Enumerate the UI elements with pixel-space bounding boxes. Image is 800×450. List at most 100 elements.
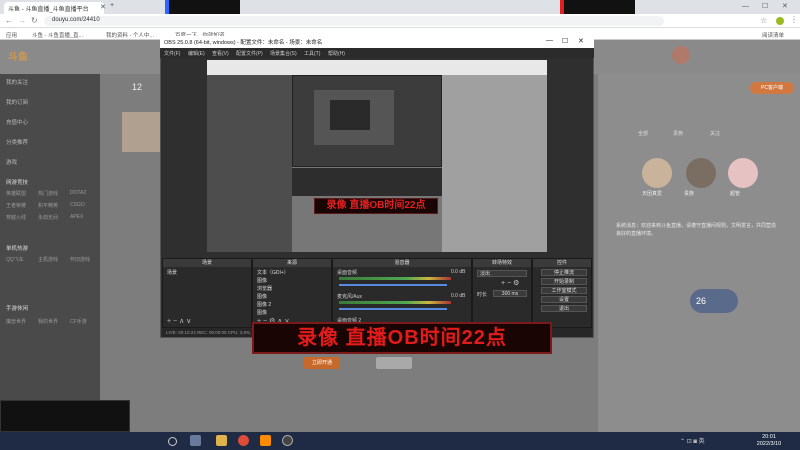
sidebar-game-link[interactable]: 王者荣耀 [6,202,26,209]
obs-icon[interactable] [282,435,293,446]
tab-noble[interactable]: 贵族 [673,130,683,137]
fan-avatar[interactable] [686,158,716,188]
sidebar-game-link[interactable]: 怀旧游戏 [70,256,90,263]
transition-select[interactable]: 淡出 [477,270,527,277]
bookmark-profile[interactable]: 我的资料 - 个人中... [106,31,154,39]
maximize-icon[interactable]: ☐ [762,2,768,10]
profile-avatar[interactable] [776,17,784,25]
scene-item[interactable]: 场景 [167,269,177,276]
volume-slider[interactable] [339,284,447,286]
fan-avatar[interactable] [642,158,672,188]
sidebar-game-link[interactable]: APEX [70,214,83,220]
reading-list[interactable]: 阅读清单 [762,31,784,39]
url-text: douyu.com/24410 [52,17,100,23]
mixer-db: 0.0 dB [451,269,466,275]
app-icon[interactable] [260,435,271,446]
controls-panel: 控件 停止推流 开始录制 工作室模式 设置 退出 [532,258,592,328]
menu-file[interactable]: 文件(F) [164,50,180,57]
stop-streaming-button[interactable]: 停止推流 [541,269,587,276]
minimize-icon[interactable]: — [742,3,749,10]
close-window-icon[interactable]: ✕ [782,2,788,10]
sidebar-item-follow[interactable]: 我的关注 [6,78,28,86]
bookmark-douyu[interactable]: 斗鱼 - 斗鱼直播_直... [32,31,83,39]
new-tab-icon[interactable]: + [110,2,114,9]
sidebar-game-link[interactable]: QQ飞车 [6,256,24,263]
tab-douyu[interactable]: 斗鱼 - 斗鱼直播_斗鱼直播平台 [4,2,104,14]
add-icon[interactable]: + − ∧ ∨ [167,317,191,325]
sidebar-game-link[interactable]: DOTA2 [70,190,86,196]
sidebar-game-link[interactable]: CF手游 [70,318,87,325]
menu-edit[interactable]: 编辑(E) [188,50,205,57]
secondary-button[interactable] [376,357,412,369]
preview-sidebar [207,75,292,252]
counter: 12 [132,82,143,92]
file-explorer-icon[interactable] [216,435,227,446]
duration-input[interactable]: 300 ms [493,290,527,297]
tab-all[interactable]: 全部 [638,130,648,137]
sidebar-item-recharge[interactable]: 充值中心 [6,118,28,126]
forward-icon[interactable]: → [18,16,26,25]
sidebar-game-link[interactable]: 我的世界 [38,318,58,325]
source-item[interactable]: 图像 [257,277,267,284]
minimize-icon[interactable]: — [546,37,553,44]
tab-follow[interactable]: 关注 [710,130,720,137]
sidebar-item-subscribe[interactable]: 我的订阅 [6,98,28,106]
menu-icon[interactable]: ⋮ [790,15,798,24]
webcam-preview [0,400,130,432]
mixer-panel: 混音器 桌面音频 0.0 dB 麦克风/Aux 0.0 dB 桌面音频 2 [332,258,472,328]
source-item[interactable]: 文本（GDI+） [257,269,289,276]
sidebar-game-link[interactable]: 主机游戏 [38,256,58,263]
fan-avatar[interactable] [728,158,758,188]
sidebar-game-link[interactable]: 英雄联盟 [6,190,26,197]
settings-button[interactable]: 设置 [541,296,587,303]
menu-profile[interactable]: 配置文件(P) [236,50,263,57]
fan-label: 天团真爱 [642,191,663,197]
chat-message: 系统消息：欢迎来到斗鱼直播，请遵守直播间规则，文明发言，共同营造良好的直播环境。 [616,223,777,237]
start-recording-button[interactable]: 开始录制 [541,278,587,285]
exit-button[interactable]: 退出 [541,305,587,312]
douyu-logo[interactable]: 斗鱼 [8,48,28,63]
menu-tools[interactable]: 工具(T) [304,50,320,57]
sidebar-item-game[interactable]: 游戏 [6,158,17,166]
menu-help[interactable]: 帮助(H) [328,50,345,57]
menu-scene-collection[interactable]: 场景集合(S) [270,50,297,57]
studio-mode-button[interactable]: 工作室模式 [541,287,587,294]
sidebar-game-link[interactable]: 穿越火线 [6,214,26,221]
source-item[interactable]: 图像 [257,309,267,316]
sidebar-game-link[interactable]: 永劫无间 [38,214,58,221]
browser-tab-bar: 斗鱼 - 斗鱼直播_斗鱼直播平台 ✕ + — ☐ ✕ [0,0,800,14]
system-tray[interactable]: ⌃ ⊡ ◙ 英 [680,436,736,446]
sidebar-section-header: 单机热游 [6,246,29,252]
source-item[interactable]: 浏览器 [257,285,272,292]
maximize-icon[interactable]: ☐ [562,37,568,45]
volume-slider[interactable] [339,308,447,310]
sidebar-game-link[interactable]: 魔兽世界 [6,318,26,325]
taskbar-clock[interactable]: 20:01 2022/3/10 [740,434,798,450]
close-tab-icon[interactable]: ✕ [100,3,106,11]
source-item[interactable]: 图像 2 [257,301,271,308]
user-avatar[interactable] [672,46,690,64]
mixer-channel-name: 麦克风/Aux [337,294,363,300]
source-item[interactable]: 图像 [257,293,267,300]
bookmark-apps[interactable]: 应用 [6,31,17,39]
search-icon[interactable] [168,437,177,446]
sidebar-game-link[interactable]: 和平精英 [38,202,58,209]
bookmark-star-icon[interactable]: ☆ [760,16,767,25]
task-view-icon[interactable] [190,435,201,446]
open-noble-button[interactable]: 立即开通 [304,357,340,369]
reload-icon[interactable]: ↻ [31,16,38,25]
sources-header: 来源 [253,259,331,267]
chrome-icon[interactable] [238,435,249,446]
level-badge: 26 [690,289,738,313]
pc-client-button[interactable]: PC客户端 [750,82,794,94]
url-input[interactable]: douyu.com/24410 [44,16,664,26]
menu-view[interactable]: 查看(V) [212,50,229,57]
sidebar-game-link[interactable]: 热门游戏 [38,190,58,197]
stream-thumbnail [560,0,635,14]
close-icon[interactable]: ✕ [578,37,584,45]
scenes-panel: 场景 场景 + − ∧ ∨ [162,258,252,328]
add-icon[interactable]: + − ⚙ [501,279,519,287]
sidebar-item-category[interactable]: 分类推荐 [6,138,28,146]
back-icon[interactable]: ← [5,16,13,25]
sidebar-game-link[interactable]: CSGO [70,202,85,208]
